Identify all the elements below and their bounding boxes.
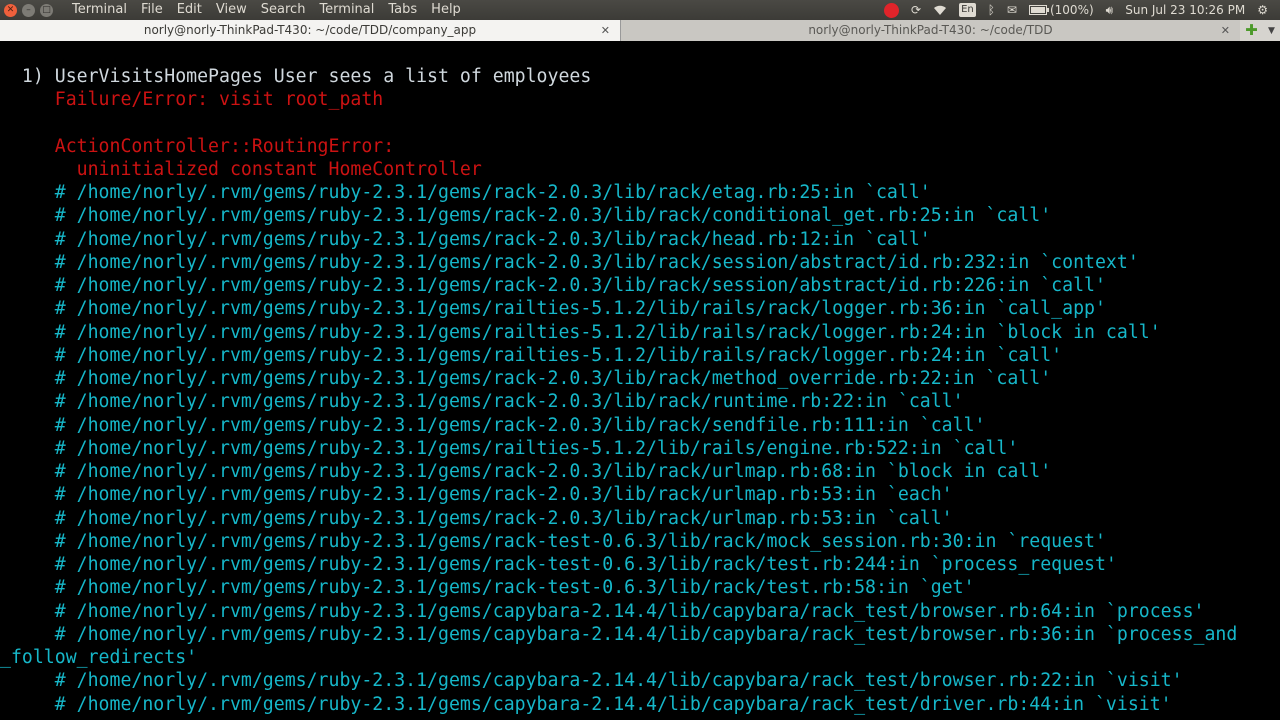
app-name[interactable]: Terminal xyxy=(65,0,134,20)
backtrace-line: # /home/norly/.rvm/gems/ruby-2.3.1/gems/… xyxy=(0,251,1139,273)
backtrace-line: # /home/norly/.rvm/gems/ruby-2.3.1/gems/… xyxy=(0,321,1161,343)
close-icon: ✕ xyxy=(6,4,15,15)
backtrace-line: # /home/norly/.rvm/gems/ruby-2.3.1/gems/… xyxy=(0,670,1183,692)
backtrace-line: _follow_redirects' xyxy=(0,647,198,668)
sync-indicator[interactable]: ⟳ xyxy=(911,0,921,20)
plus-icon: ✚ xyxy=(1245,21,1258,39)
backtrace-line: # /home/norly/.rvm/gems/ruby-2.3.1/gems/… xyxy=(0,298,1106,320)
menubar: Terminal File Edit View Search Terminal … xyxy=(65,0,468,20)
close-icon: ✕ xyxy=(1220,24,1230,37)
backtrace-line: # /home/norly/.rvm/gems/ruby-2.3.1/gems/… xyxy=(0,623,1238,645)
volume-icon: 🔊︎ xyxy=(1105,3,1114,17)
gear-icon: ⚙ xyxy=(1257,3,1268,17)
bluetooth-icon: ᛒ xyxy=(987,3,995,17)
failure-header: 1) UserVisitsHomePages User sees a list … xyxy=(0,66,592,87)
backtrace-line: # /home/norly/.rvm/gems/ruby-2.3.1/gems/… xyxy=(0,391,964,413)
menu-search[interactable]: Search xyxy=(254,0,313,20)
mail-icon: ✉ xyxy=(1006,3,1017,17)
tab-bar: norly@norly-ThinkPad-T430: ~/code/TDD/co… xyxy=(0,20,1280,41)
backtrace-line: # /home/norly/.rvm/gems/ruby-2.3.1/gems/… xyxy=(0,437,1019,459)
chevron-down-icon: ▼ xyxy=(1267,25,1275,36)
menu-help[interactable]: Help xyxy=(424,0,468,20)
bluetooth-indicator[interactable]: ᛒ xyxy=(988,0,995,20)
tab-close-button[interactable]: ✕ xyxy=(1221,20,1230,41)
terminal-output[interactable]: 1) UserVisitsHomePages User sees a list … xyxy=(0,41,1280,720)
tab-company-app[interactable]: norly@norly-ThinkPad-T430: ~/code/TDD/co… xyxy=(0,20,621,41)
menu-terminal[interactable]: Terminal xyxy=(312,0,381,20)
minimize-icon: – xyxy=(26,4,31,15)
error-message: uninitialized constant HomeController xyxy=(0,159,482,180)
failure-error: Failure/Error: visit root_path xyxy=(0,89,384,110)
tab-title: norly@norly-ThinkPad-T430: ~/code/TDD xyxy=(808,23,1053,37)
window-controls: ✕ – □ xyxy=(4,3,53,17)
backtrace-line: # /home/norly/.rvm/gems/ruby-2.3.1/gems/… xyxy=(0,554,1117,575)
close-window-button[interactable]: ✕ xyxy=(4,3,17,17)
close-icon: ✕ xyxy=(600,24,610,37)
backtrace-line: # /home/norly/.rvm/gems/ruby-2.3.1/gems/… xyxy=(0,530,1106,552)
wifi-indicator[interactable] xyxy=(933,0,947,20)
keyboard-layout-indicator[interactable]: En xyxy=(959,0,976,20)
record-icon xyxy=(884,2,899,18)
tabs-menu-button[interactable]: ▼ xyxy=(1268,26,1275,36)
backtrace-line: # /home/norly/.rvm/gems/ruby-2.3.1/gems/… xyxy=(0,461,1052,482)
keyboard-layout: En xyxy=(959,3,976,17)
backtrace-line: # /home/norly/.rvm/gems/ruby-2.3.1/gems/… xyxy=(0,275,1106,296)
backtrace-line: # /home/norly/.rvm/gems/ruby-2.3.1/gems/… xyxy=(0,344,1063,366)
battery-indicator[interactable]: (100%) xyxy=(1028,0,1094,20)
backtrace-line: # /home/norly/.rvm/gems/ruby-2.3.1/gems/… xyxy=(0,577,975,599)
menu-view[interactable]: View xyxy=(209,0,254,20)
battery-icon xyxy=(1028,5,1049,15)
system-menu[interactable]: ⚙ xyxy=(1257,0,1268,20)
minimize-window-button[interactable]: – xyxy=(22,3,35,17)
backtrace-line: # /home/norly/.rvm/gems/ruby-2.3.1/gems/… xyxy=(0,228,931,250)
tab-actions: ✚ ▼ xyxy=(1240,20,1280,41)
backtrace-line: # /home/norly/.rvm/gems/ruby-2.3.1/gems/… xyxy=(0,368,1052,389)
tab-close-button[interactable]: ✕ xyxy=(601,20,610,41)
error-class: ActionController::RoutingError: xyxy=(0,136,395,157)
new-tab-button[interactable]: ✚ xyxy=(1245,23,1258,38)
clock[interactable]: Sun Jul 23 10:26 PM xyxy=(1125,0,1245,20)
record-indicator[interactable] xyxy=(884,0,899,20)
menu-edit[interactable]: Edit xyxy=(170,0,209,20)
backtrace-line: # /home/norly/.rvm/gems/ruby-2.3.1/gems/… xyxy=(0,507,953,529)
system-indicators: ⟳ En ᛒ ✉ (100%) 🔊︎ Sun Jul 23 10:26 PM ⚙ xyxy=(884,0,1268,20)
volume-indicator[interactable]: 🔊︎ xyxy=(1106,0,1114,20)
wifi-icon xyxy=(934,5,947,15)
maximize-window-button[interactable]: □ xyxy=(40,3,53,17)
backtrace-line: # /home/norly/.rvm/gems/ruby-2.3.1/gems/… xyxy=(0,182,931,203)
backtrace-line: # /home/norly/.rvm/gems/ruby-2.3.1/gems/… xyxy=(0,414,986,436)
tab-tdd[interactable]: norly@norly-ThinkPad-T430: ~/code/TDD ✕ xyxy=(621,20,1240,41)
battery-level-fill xyxy=(1030,7,1045,13)
battery-percent: (100%) xyxy=(1049,3,1094,17)
backtrace-line: # /home/norly/.rvm/gems/ruby-2.3.1/gems/… xyxy=(0,600,1205,622)
backtrace-line: # /home/norly/.rvm/gems/ruby-2.3.1/gems/… xyxy=(0,693,1172,715)
menu-tabs[interactable]: Tabs xyxy=(381,0,424,20)
mail-indicator[interactable]: ✉ xyxy=(1007,0,1017,20)
top-panel: ✕ – □ Terminal File Edit View Search Ter… xyxy=(0,0,1280,20)
backtrace-line: # /home/norly/.rvm/gems/ruby-2.3.1/gems/… xyxy=(0,484,953,506)
backtrace-line: # /home/norly/.rvm/gems/ruby-2.3.1/gems/… xyxy=(0,205,1052,227)
sync-icon: ⟳ xyxy=(911,3,922,17)
menu-file[interactable]: File xyxy=(134,0,170,20)
maximize-icon: □ xyxy=(42,4,51,15)
tab-title: norly@norly-ThinkPad-T430: ~/code/TDD/co… xyxy=(143,23,477,37)
